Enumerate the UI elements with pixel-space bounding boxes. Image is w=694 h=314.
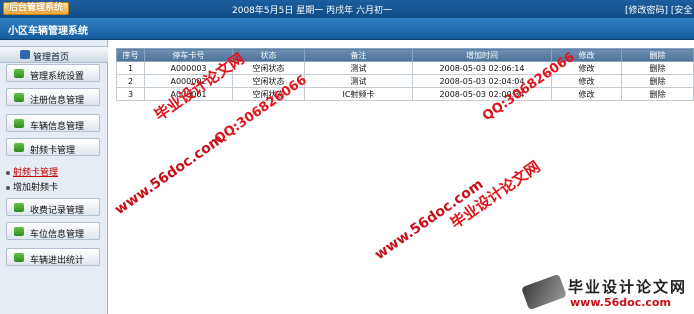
sidebar: 管理首页 管理系统设置 注册信息管理 车辆信息管理 射频卡管理 射频卡管理 增加… bbox=[0, 40, 108, 314]
col-header-card: 停车卡号 bbox=[144, 48, 233, 62]
cell-edit: 修改 bbox=[551, 74, 622, 88]
col-header-delete: 删除 bbox=[621, 48, 694, 62]
bullet-icon bbox=[6, 185, 10, 190]
cell-status: 空闲状态 bbox=[232, 87, 305, 101]
sidebar-item-label: 收费记录管理 bbox=[30, 206, 85, 216]
col-header-note: 备注 bbox=[304, 48, 413, 62]
cell-note: IC射频卡 bbox=[304, 87, 413, 101]
edit-link[interactable]: 修改 bbox=[579, 77, 595, 86]
submenu-rf-card-manage[interactable]: 射频卡管理 bbox=[6, 165, 59, 178]
sidebar-item-registration[interactable]: 注册信息管理 bbox=[6, 88, 100, 106]
delete-link[interactable]: 删除 bbox=[650, 77, 666, 86]
menu-icon bbox=[14, 143, 24, 152]
sidebar-item-rf-cards[interactable]: 射频卡管理 bbox=[6, 138, 100, 156]
table-row: 1 A000003 空闲状态 测试 2008-05-03 02:06:14 修改… bbox=[116, 61, 694, 75]
cell-card: A000002 bbox=[144, 74, 233, 88]
brand-url: www.56doc.com bbox=[570, 296, 671, 309]
mortarboard-icon bbox=[521, 273, 567, 311]
sidebar-item-label: 车位信息管理 bbox=[30, 230, 85, 240]
cell-card: A000003 bbox=[144, 61, 233, 75]
sub-header: 小区车辆管理系统 bbox=[0, 18, 694, 40]
cell-note: 测试 bbox=[304, 74, 413, 88]
sidebar-home-label: 管理首页 bbox=[33, 53, 70, 63]
rf-card-table: 序号 停车卡号 状态 备注 增加时间 修改 删除 1 A000003 空闲状态 … bbox=[116, 48, 694, 101]
cell-status: 空闲状态 bbox=[232, 74, 305, 88]
sidebar-item-label: 车辆信息管理 bbox=[30, 122, 85, 132]
sidebar-item-label: 射频卡管理 bbox=[30, 146, 76, 156]
home-icon bbox=[20, 50, 30, 59]
submenu-add-rf-card[interactable]: 增加射频卡 bbox=[6, 180, 59, 193]
cell-no: 1 bbox=[116, 61, 145, 75]
cell-time: 2008-05-03 02:06:14 bbox=[412, 61, 552, 75]
delete-link[interactable]: 删除 bbox=[650, 90, 666, 99]
sidebar-item-label: 车辆进出统计 bbox=[30, 256, 85, 266]
menu-icon bbox=[14, 93, 24, 102]
sidebar-item-parking-spots[interactable]: 车位信息管理 bbox=[6, 222, 100, 240]
edit-link[interactable]: 修改 bbox=[579, 64, 595, 73]
col-header-status: 状态 bbox=[232, 48, 305, 62]
menu-icon bbox=[14, 253, 24, 262]
cell-time: 2008-05-03 02:00:34 bbox=[412, 87, 552, 101]
menu-icon bbox=[14, 119, 24, 128]
cell-delete: 删除 bbox=[621, 74, 694, 88]
top-bar: 后台管理系统 2008年5月5日 星期一 丙戌年 六月初一 [修改密码] [安全 bbox=[0, 0, 694, 18]
cell-status: 空闲状态 bbox=[232, 61, 305, 75]
brand-logo: 毕业设计论文网 www.56doc.com bbox=[510, 272, 694, 314]
date-display: 2008年5月5日 星期一 丙戌年 六月初一 bbox=[232, 6, 392, 16]
table-row: 2 A000002 空闲状态 测试 2008-05-03 02:04:04 修改… bbox=[116, 74, 694, 88]
submenu-label: 增加射频卡 bbox=[13, 183, 59, 193]
sidebar-item-vehicles[interactable]: 车辆信息管理 bbox=[6, 114, 100, 132]
cell-no: 3 bbox=[116, 87, 145, 101]
cell-note: 测试 bbox=[304, 61, 413, 75]
sidebar-item-charges[interactable]: 收费记录管理 bbox=[6, 198, 100, 216]
col-header-edit: 修改 bbox=[551, 48, 622, 62]
menu-icon bbox=[14, 203, 24, 212]
sidebar-item-traffic-stats[interactable]: 车辆进出统计 bbox=[6, 248, 100, 266]
menu-icon bbox=[14, 227, 24, 236]
header-links: [修改密码] [安全 bbox=[625, 3, 692, 16]
cell-edit: 修改 bbox=[551, 61, 622, 75]
menu-icon bbox=[14, 69, 24, 78]
table-row: 3 A000001 空闲状态 IC射频卡 2008-05-03 02:00:34… bbox=[116, 87, 694, 101]
secure-exit-link[interactable]: [安全 bbox=[671, 6, 693, 16]
cell-delete: 删除 bbox=[621, 61, 694, 75]
sidebar-item-label: 注册信息管理 bbox=[30, 96, 85, 106]
table-header-row: 序号 停车卡号 状态 备注 增加时间 修改 删除 bbox=[116, 48, 694, 62]
change-password-link[interactable]: [修改密码] bbox=[625, 6, 668, 16]
brand-name: 毕业设计论文网 bbox=[568, 278, 688, 296]
edit-link[interactable]: 修改 bbox=[579, 90, 595, 99]
cell-no: 2 bbox=[116, 74, 145, 88]
sidebar-home[interactable]: 管理首页 bbox=[0, 46, 108, 63]
cell-delete: 删除 bbox=[621, 87, 694, 101]
submenu-label: 射频卡管理 bbox=[13, 168, 59, 178]
page-title: 小区车辆管理系统 bbox=[8, 26, 88, 37]
sidebar-item-label: 管理系统设置 bbox=[30, 72, 85, 82]
cell-edit: 修改 bbox=[551, 87, 622, 101]
bullet-icon bbox=[6, 170, 10, 175]
sidebar-item-system-settings[interactable]: 管理系统设置 bbox=[6, 64, 100, 82]
app-logo: 后台管理系统 bbox=[3, 2, 70, 15]
cell-time: 2008-05-03 02:04:04 bbox=[412, 74, 552, 88]
cell-card: A000001 bbox=[144, 87, 233, 101]
delete-link[interactable]: 删除 bbox=[650, 64, 666, 73]
col-header-time: 增加时间 bbox=[412, 48, 552, 62]
col-header-no: 序号 bbox=[116, 48, 145, 62]
